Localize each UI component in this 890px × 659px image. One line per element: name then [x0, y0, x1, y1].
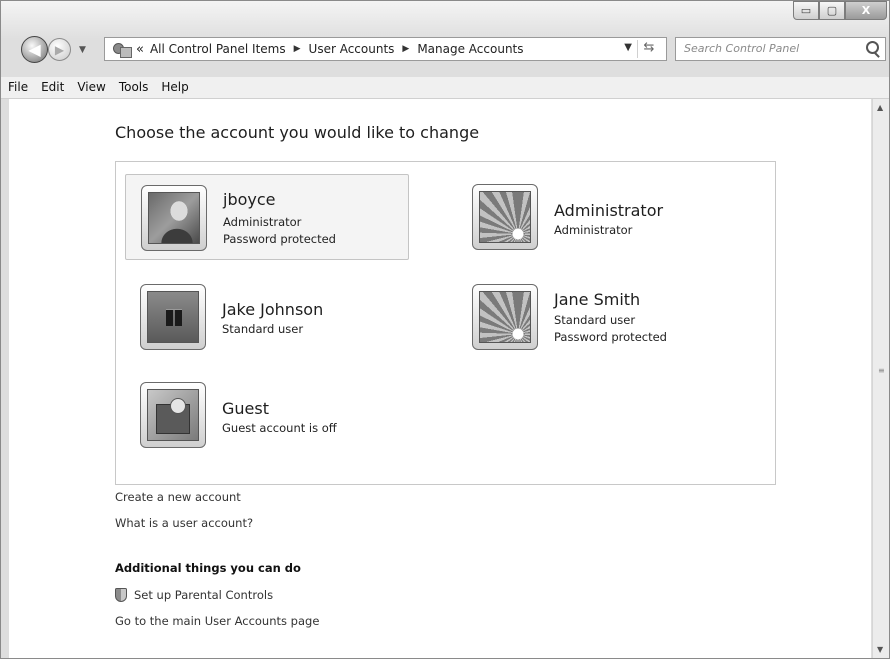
account-type: Administrator [223, 215, 302, 229]
account-name: Jake Johnson [222, 300, 324, 319]
forward-button[interactable]: ▶ [48, 38, 71, 61]
scroll-down-icon[interactable]: ▼ [877, 645, 883, 654]
search-icon[interactable] [866, 41, 879, 54]
back-button[interactable]: ◀ [21, 36, 48, 63]
menu-tools[interactable]: Tools [112, 77, 155, 98]
account-name: Administrator [554, 201, 664, 220]
account-jboyce[interactable]: jboyce Administrator Password protected [125, 174, 409, 260]
create-new-account-link[interactable]: Create a new account [115, 490, 241, 504]
account-type: Standard user [554, 313, 636, 327]
close-button[interactable]: X [845, 1, 887, 20]
recent-pages-dropdown[interactable]: ▼ [79, 45, 86, 55]
account-status: Guest account is off [222, 421, 337, 435]
avatar [141, 185, 207, 251]
menu-view[interactable]: View [70, 77, 111, 98]
breadcrumb-separator-icon[interactable]: ▶ [402, 44, 409, 54]
search-input[interactable]: Search Control Panel [675, 37, 886, 61]
flower-picture-icon [479, 191, 531, 243]
breadcrumb-all-control-panel-items[interactable]: All Control Panel Items [150, 42, 286, 56]
hidden-breadcrumbs-chevron[interactable]: « [136, 42, 144, 57]
account-type: Standard user [222, 322, 304, 336]
account-name: jboyce [223, 190, 276, 209]
minimize-button[interactable]: ▭ [793, 1, 819, 20]
avatar [472, 284, 538, 350]
content-pane: Choose the account you would like to cha… [9, 99, 871, 658]
avatar [140, 284, 206, 350]
control-panel-icon [112, 41, 132, 58]
account-jake-johnson[interactable]: Jake Johnson Standard user [125, 274, 409, 360]
account-administrator[interactable]: Administrator Administrator [457, 174, 741, 260]
account-status: Password protected [554, 330, 667, 344]
scroll-up-icon[interactable]: ▲ [877, 103, 883, 112]
account-name: Guest [222, 399, 269, 418]
menu-file[interactable]: File [1, 77, 34, 98]
search-placeholder: Search Control Panel [684, 42, 800, 55]
menu-bar: File Edit View Tools Help [1, 77, 889, 99]
breadcrumb-separator-icon[interactable]: ▶ [294, 44, 301, 54]
maximize-icon: ▢ [826, 4, 838, 17]
chess-picture-icon [147, 291, 199, 343]
maximize-button[interactable]: ▢ [819, 1, 845, 20]
account-jane-smith[interactable]: Jane Smith Standard user Password protec… [457, 274, 741, 360]
page-title: Choose the account you would like to cha… [115, 123, 480, 142]
manage-accounts-window: ▭ ▢ X ◀ ▶ ▼ « All Control Panel Items ▶ … [0, 0, 890, 659]
navigation-bar: ◀ ▶ ▼ « All Control Panel Items ▶ User A… [1, 33, 889, 77]
address-dropdown-icon[interactable]: ▼ [624, 42, 632, 53]
breadcrumb-user-accounts[interactable]: User Accounts [309, 42, 395, 56]
additional-things-heading: Additional things you can do [115, 561, 301, 575]
account-name: Jane Smith [554, 290, 641, 309]
refresh-icon[interactable]: ⇆ [637, 40, 660, 58]
arrow-right-icon: ▶ [54, 42, 65, 57]
vertical-scrollbar[interactable]: ▲ ≡ ▼ [872, 99, 889, 658]
breadcrumb-manage-accounts[interactable]: Manage Accounts [417, 42, 523, 56]
menu-help[interactable]: Help [154, 77, 194, 98]
arrow-left-icon: ◀ [28, 40, 41, 59]
avatar [472, 184, 538, 250]
caption-buttons: ▭ ▢ X [793, 1, 887, 20]
minimize-icon: ▭ [800, 4, 812, 17]
shield-icon [115, 588, 127, 602]
main-user-accounts-link[interactable]: Go to the main User Accounts page [115, 614, 319, 628]
menu-edit[interactable]: Edit [34, 77, 70, 98]
briefcase-picture-icon [147, 389, 199, 441]
accounts-panel: jboyce Administrator Password protected … [115, 161, 776, 485]
parental-controls-link[interactable]: Set up Parental Controls [134, 588, 273, 602]
account-status: Password protected [223, 232, 336, 246]
account-type: Administrator [554, 223, 633, 237]
close-icon: X [861, 4, 871, 17]
flower-picture-icon [479, 291, 531, 343]
avatar [140, 382, 206, 448]
user-photo-icon [148, 192, 200, 244]
account-guest[interactable]: Guest Guest account is off [125, 372, 409, 458]
scroll-grip-icon[interactable]: ≡ [878, 367, 885, 375]
what-is-user-account-link[interactable]: What is a user account? [115, 516, 253, 530]
address-bar[interactable]: « All Control Panel Items ▶ User Account… [104, 37, 667, 61]
